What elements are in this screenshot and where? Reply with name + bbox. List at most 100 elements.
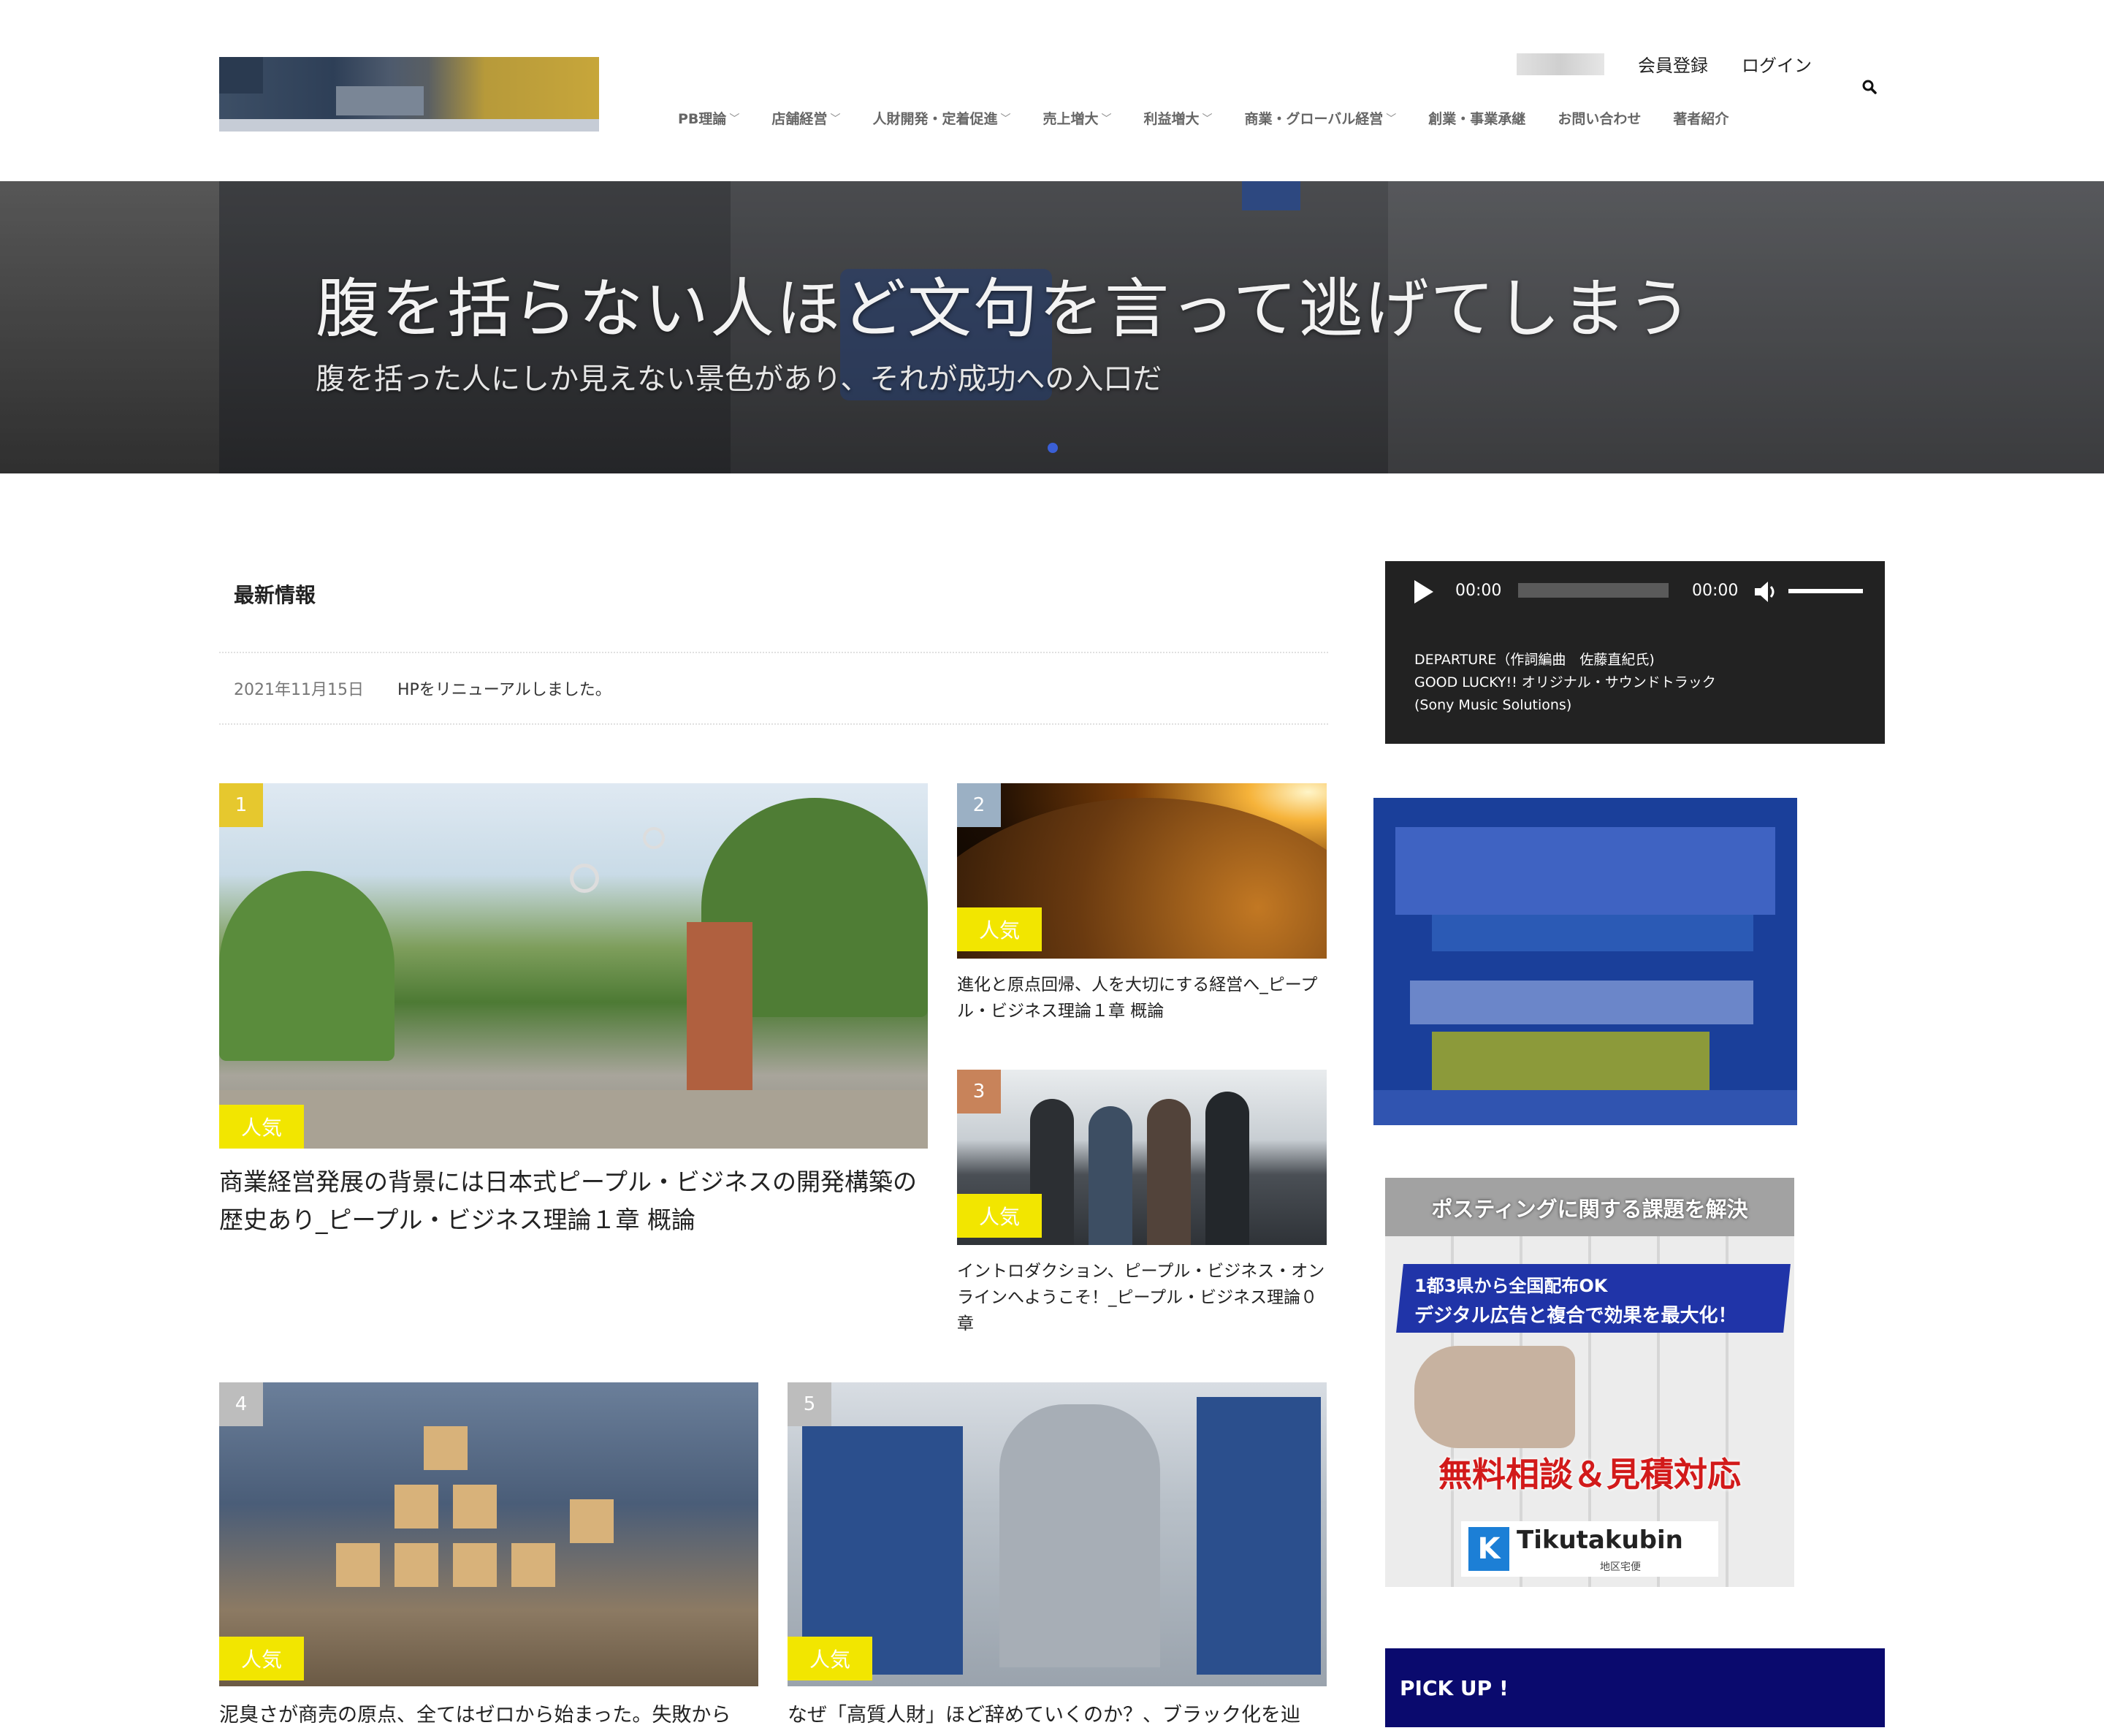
article-title[interactable]: 商業経営発展の背景には日本式ピープル・ビジネスの開発構築の歴史あり_ピープル・ビ… [219,1163,928,1239]
ad-pixel-block [1432,915,1753,951]
track-caption: DEPARTURE（作詞編曲 佐藤直紀氏) GOOD LUCKY!! オリジナル… [1414,649,1716,717]
volume-slider[interactable] [1788,589,1863,593]
header-top-links: 会員登録 ログイン [1517,51,1812,77]
rank-badge: 3 [957,1070,1001,1113]
audio-player: 00:00 00:00 DEPARTURE（作詞編曲 佐藤直紀氏) GOOD L… [1385,561,1885,744]
slider-dot[interactable] [1048,443,1058,453]
nav-label: 人財開発・定着促進 [872,111,998,127]
rank-badge: 4 [219,1382,263,1426]
chevron-down-icon: ﹀ [1101,113,1112,125]
news-date: 2021年11月15日 [234,681,364,699]
article-title[interactable]: なぜ「高質人財」ほど辞めていくのか？、ブラック化を辿 [788,1701,1327,1730]
hero-title: 腹を括らない人ほど文句を言って逃げてしまう [316,271,1693,346]
person-shape [999,1404,1160,1667]
ad-brand-box: K Tikutakubin 地区宅便 [1461,1521,1718,1577]
wooden-block [511,1543,555,1587]
banner-ad-blurred[interactable] [1373,798,1797,1125]
nav-label: 商業・グローバル経営 [1244,111,1384,127]
wooden-block [394,1485,438,1528]
rank-badge: 5 [788,1382,831,1426]
popular-badge: 人気 [957,1194,1042,1238]
person-shape [1205,1092,1249,1245]
popular-badge: 人気 [219,1105,304,1149]
news-heading: 最新情報 [234,583,316,607]
ad-line: デジタル広告と複合で効果を最大化！ [1414,1305,1737,1327]
nav-item-startup-succession[interactable]: 創業・事業承継 [1428,108,1525,128]
banner-ad-posting[interactable]: ポスティングに関する課題を解決 1都3県から全国配布OK デジタル広告と複合で効… [1385,1178,1794,1587]
caption-line: (Sony Music Solutions) [1414,697,1572,713]
logo-pixel [219,119,599,132]
popular-badge: 人気 [957,907,1042,951]
caption-line: DEPARTURE（作詞編曲 佐藤直紀氏) [1414,652,1655,668]
nav-item-store-management[interactable]: 店舗経営 ﹀ [771,108,840,128]
person-shape [1147,1099,1191,1245]
login-link[interactable]: ログイン [1742,51,1812,77]
nav-label: PB理論 [678,111,727,127]
news-link[interactable]: HPをリニューアルしました。 [397,677,611,700]
article-title[interactable]: 泥臭さが商売の原点、全てはゼロから始まった。失敗から [219,1701,758,1730]
nav-label: 著者紹介 [1673,111,1729,127]
article-title[interactable]: 進化と原点回帰、人を大切にする経営へ_ピープル・ビジネス理論１章 概論 [957,972,1327,1024]
hero-subtitle: 腹を括った人にしか見えない景色があり、それが成功への入口だ [316,362,1162,396]
rank-badge: 1 [219,783,263,827]
ad-pixel-block [1373,1090,1797,1125]
divider [219,723,1328,725]
drone-shape [643,827,665,849]
nav-label: 創業・事業承継 [1428,111,1526,127]
wooden-block [570,1499,614,1543]
plaza-ground [219,1090,928,1149]
ad-line: 1都3県から全国配布OK [1414,1276,1608,1296]
blurred-user-name [1517,53,1604,75]
search-icon[interactable] [1861,79,1878,95]
logo-pixel [219,57,263,94]
pickup-heading: PICK UP ! [1385,1648,1885,1727]
chevron-down-icon: ﹀ [1000,113,1011,125]
chevron-down-icon: ﹀ [830,113,841,125]
nav-item-profit-growth[interactable]: 利益増大 ﹀ [1143,108,1212,128]
volume-icon[interactable] [1750,577,1780,606]
article-title[interactable]: イントロダクション、ピープル・ビジネス・オンラインへようこそ！_ピープル・ビジネ… [957,1258,1327,1337]
popular-badge: 人気 [788,1637,872,1680]
person-shape [1089,1106,1132,1245]
site-logo[interactable] [219,57,599,132]
current-time: 00:00 [1455,582,1502,600]
nav-item-author[interactable]: 著者紹介 [1673,108,1728,128]
nav-item-contact[interactable]: お問い合わせ [1558,108,1641,128]
ad-pixel-block [1410,981,1753,1024]
ad-pixel-block [1395,827,1775,915]
building-shape [687,922,752,1097]
wooden-block [453,1543,497,1587]
chevron-down-icon: ﹀ [1386,113,1397,125]
chevron-down-icon: ﹀ [1202,113,1213,125]
rank-badge: 2 [957,783,1001,827]
nav-item-sales-growth[interactable]: 売上増大 ﹀ [1043,108,1111,128]
hand-shape [1414,1346,1575,1448]
binder-stack [1197,1397,1321,1675]
caption-line: GOOD LUCKY!! オリジナル・サウンドトラック [1414,674,1716,690]
wooden-block [394,1543,438,1587]
nav-label: お問い合わせ [1558,111,1642,127]
article-thumbnail[interactable] [219,783,928,1149]
play-icon[interactable] [1414,580,1433,604]
wooden-block [453,1485,497,1528]
nav-item-pb-theory[interactable]: PB理論 ﹀ [678,108,739,128]
ad-headline: ポスティングに関する課題を解決 [1431,1197,1748,1222]
chevron-down-icon: ﹀ [729,113,740,125]
progress-track[interactable] [1518,583,1669,598]
signup-link[interactable]: 会員登録 [1638,51,1708,77]
nav-item-global-management[interactable]: 商業・グローバル経営 ﹀ [1244,108,1396,128]
wooden-block [336,1543,380,1587]
hero-banner: 腹を括らない人ほど文句を言って逃げてしまう 腹を括った人にしか見えない景色があり… [0,181,2104,473]
nav-item-talent-development[interactable]: 人財開発・定着促進 ﹀ [872,108,1010,128]
nav-label: 店舗経営 [771,111,828,127]
brand-logo-icon: K [1468,1527,1509,1571]
ad-brand: Tikutakubin [1517,1526,1683,1555]
nav-label: 利益増大 [1143,111,1200,127]
main-navigation: PB理論 ﹀ 店舗経営 ﹀ 人財開発・定着促進 ﹀ 売上増大 ﹀ 利益増大 ﹀ 商業・グロ… [678,108,1728,128]
popular-badge: 人気 [219,1637,304,1680]
ad-pixel-block [1432,1032,1710,1090]
divider [219,652,1328,653]
wooden-block [424,1426,468,1470]
tree-shape [219,871,394,1061]
ad-brand-sub: 地区宅便 [1600,1561,1641,1573]
